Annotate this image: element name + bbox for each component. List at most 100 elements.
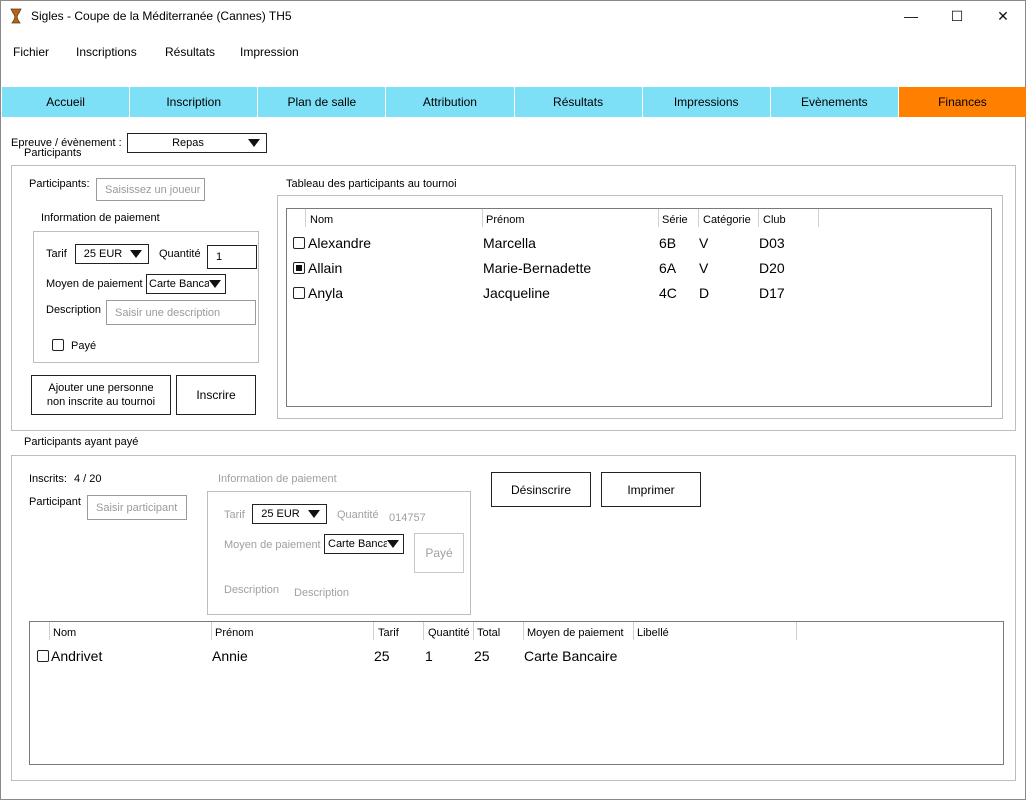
paid-quantity-label: Quantité [337,509,379,521]
unregister-button[interactable]: Désinscrire [491,472,591,507]
tab-bar: Accueil Inscription Plan de salle Attrib… [2,87,1026,117]
cell-prenom: Annie [212,648,248,664]
tab-resultats[interactable]: Résultats [514,87,643,117]
tab-evenements[interactable]: Evènements [770,87,899,117]
add-person-button[interactable]: Ajouter une personne non inscrite au tou… [31,375,171,415]
participant-label: Participant [29,496,81,508]
col-moyen-paiement[interactable]: Moyen de paiement [527,627,624,639]
paid-label: Payé [71,340,97,352]
paid-method-select[interactable]: Carte Bancaire [324,534,404,554]
paid-method-label: Moyen de paiement [224,539,321,551]
chevron-down-icon [248,139,260,147]
tab-plan-de-salle[interactable]: Plan de salle [258,87,387,117]
tournament-table[interactable]: Nom Prénom Série Catégorie Club Alexandr… [286,208,992,407]
cell-club: D17 [759,285,785,301]
tab-finances[interactable]: Finances [898,87,1026,117]
quantity-input[interactable]: 1 [207,245,257,269]
description-input[interactable]: Saisir une description [106,300,256,325]
col-nom[interactable]: Nom [310,214,333,226]
paid-toggle-button[interactable]: Payé [414,533,464,573]
tarif-select-value: 25 EUR [83,248,123,260]
paid-table[interactable]: Nom Prénom Tarif Quantité Total Moyen de… [29,621,1004,765]
chevron-down-icon [209,280,221,288]
menu-impression[interactable]: Impression [240,45,299,59]
tab-inscription[interactable]: Inscription [130,87,259,117]
col-prenom[interactable]: Prénom [215,627,254,639]
register-button[interactable]: Inscrire [176,375,256,415]
menu-fichier[interactable]: Fichier [13,45,49,59]
add-person-label-line1: Ajouter une personne [48,382,154,394]
paid-tarif-value: 25 EUR [261,508,300,520]
col-nom[interactable]: Nom [53,627,76,639]
close-button[interactable]: ✕ [980,1,1026,31]
payment-method-value: Carte Bancaire [149,278,209,290]
col-categorie[interactable]: Catégorie [703,214,751,226]
col-serie[interactable]: Série [662,214,688,226]
print-button[interactable]: Imprimer [601,472,701,507]
title-bar: Sigles - Coupe de la Méditerranée (Canne… [1,1,1025,31]
row-checkbox[interactable] [293,237,305,249]
cell-nom: Anyla [308,285,344,301]
menu-resultats[interactable]: Résultats [165,45,215,59]
cell-categorie: V [699,260,709,276]
tab-attribution[interactable]: Attribution [386,87,515,117]
tarif-select[interactable]: 25 EUR [75,244,149,264]
chevron-down-icon [308,510,320,518]
participant-search-input[interactable]: Saisir participant [87,495,187,520]
cell-serie: 6B [659,235,677,251]
paid-tarif-label: Tarif [224,509,245,521]
payment-info-title: Information de paiement [41,212,160,224]
paid-quantity-value: 014757 [389,512,426,524]
participant-search-placeholder: Saisir participant [96,501,178,514]
cell-serie: 6A [659,260,677,276]
row-checkbox[interactable] [37,650,49,662]
col-total[interactable]: Total [477,627,500,639]
add-person-label-line2: non inscrite au tournoi [46,396,156,408]
cell-categorie: V [699,235,709,251]
row-checkbox[interactable] [293,287,305,299]
inscrits-label: Inscrits: [29,473,67,485]
tournament-table-title: Tableau des participants au tournoi [286,178,457,190]
cell-club: D03 [759,235,785,251]
cell-prenom: Marcella [483,235,536,251]
cell-quantite: 1 [425,648,433,664]
player-search-input[interactable]: Saisissez un joueur [96,178,205,201]
player-label: Participants: [29,178,90,190]
row-checkbox[interactable] [293,262,305,274]
minimize-button[interactable]: — [888,1,934,31]
menu-inscriptions[interactable]: Inscriptions [76,45,137,59]
paid-tarif-select[interactable]: 25 EUR [252,504,327,524]
tab-accueil[interactable]: Accueil [2,87,131,117]
close-icon: ✕ [997,7,1009,24]
maximize-button[interactable]: ☐ [934,1,980,31]
cell-nom: Andrivet [51,648,103,664]
col-quantite[interactable]: Quantité [428,627,470,639]
col-tarif[interactable]: Tarif [378,627,399,639]
paid-checkbox[interactable] [52,339,64,351]
cell-club: D20 [759,260,785,276]
paid-description-label: Description [224,584,280,596]
cell-moyen-paiement: Carte Bancaire [524,648,618,664]
maximize-icon: ☐ [950,7,964,24]
player-search-placeholder: Saisissez un joueur [105,183,201,196]
tab-impressions[interactable]: Impressions [642,87,771,117]
cell-categorie: D [699,285,710,301]
event-select[interactable]: Repas [127,133,267,153]
description-label: Description [46,304,102,316]
window-title: Sigles - Coupe de la Méditerranée (Canne… [31,9,292,23]
quantity-label: Quantité [159,248,201,260]
col-club[interactable]: Club [763,214,786,226]
participants-group-title: Participants [24,147,82,159]
paid-payment-info-title: Information de paiement [218,473,337,485]
chevron-down-icon [130,250,142,258]
tarif-label: Tarif [46,248,67,260]
event-select-value: Repas [172,137,204,149]
chevron-down-icon [387,540,399,548]
cell-nom: Alexandre [308,235,372,251]
cell-prenom: Marie-Bernadette [483,260,592,276]
paid-description-input[interactable]: Description [294,587,349,599]
app-logo-icon [10,8,22,24]
col-libelle[interactable]: Libellé [637,627,669,639]
col-prenom[interactable]: Prénom [486,214,525,226]
payment-method-select[interactable]: Carte Bancaire [146,274,226,294]
